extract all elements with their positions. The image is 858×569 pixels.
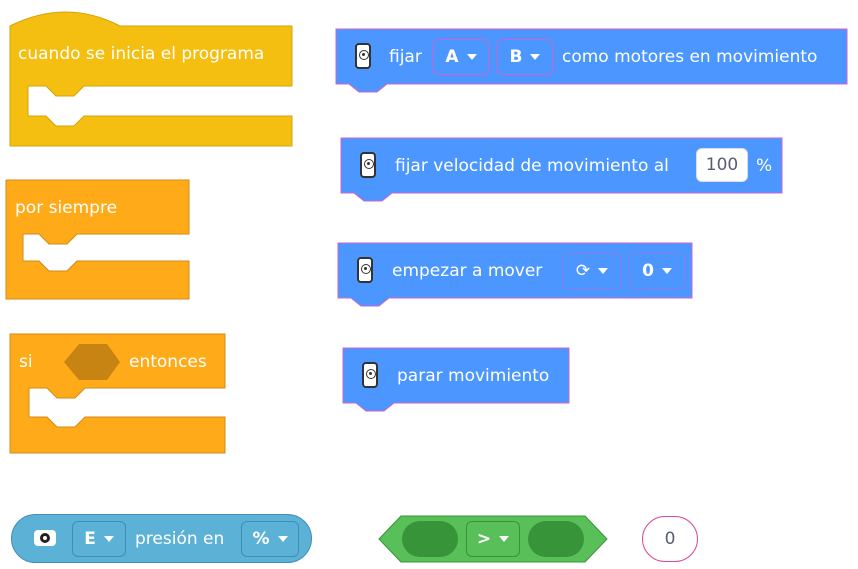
dropdown-arrow-icon — [661, 268, 672, 274]
speed-value-input[interactable]: 100 — [696, 148, 748, 182]
then-label: entonces — [129, 352, 207, 372]
right-operand-slot — [528, 521, 584, 557]
rotate-clockwise-icon: ⟳ — [575, 261, 591, 281]
motor-icon — [357, 257, 373, 283]
force-sensor-icon — [34, 530, 56, 546]
when-start-label: cuando se inicia el programa — [18, 44, 265, 64]
set-pair-prefix: fijar — [389, 47, 422, 67]
dropdown-arrow-icon — [598, 268, 609, 274]
dropdown-arrow-icon — [103, 536, 114, 542]
number-reporter[interactable]: 0 — [642, 516, 698, 562]
set-movement-speed-block[interactable]: fijar velocidad de movimiento al 100 % — [340, 137, 784, 203]
stop-move-label: parar movimiento — [397, 366, 550, 386]
dropdown-arrow-icon — [499, 536, 510, 542]
steering-dropdown[interactable]: 0 — [629, 253, 685, 289]
set-pair-suffix: como motores en movimiento — [562, 47, 818, 67]
forever-block[interactable]: por siempre — [5, 179, 191, 301]
direction-dropdown[interactable]: ⟳ — [562, 253, 622, 289]
start-move-label: empezar a mover — [392, 261, 543, 281]
dropdown-arrow-icon — [277, 536, 288, 542]
speed-unit-label: % — [756, 156, 773, 176]
set-speed-prefix: fijar velocidad de movimiento al — [395, 156, 669, 176]
forever-label: por siempre — [15, 198, 118, 218]
if-label: si — [19, 352, 33, 372]
start-moving-block[interactable]: empezar a mover ⟳ 0 — [337, 242, 694, 308]
motor-icon — [362, 362, 378, 388]
sensor-unit-dropdown[interactable]: % — [241, 521, 299, 557]
left-operand-slot — [402, 521, 458, 557]
when-program-starts-block[interactable]: cuando se inicia el programa — [8, 8, 294, 148]
motor-port-a-dropdown[interactable]: A — [433, 39, 489, 75]
motor-icon — [360, 152, 376, 178]
motor-icon — [355, 43, 371, 69]
comparison-operator-block[interactable]: > — [378, 515, 608, 563]
dropdown-arrow-icon — [530, 54, 541, 60]
sensor-label: presión en — [135, 529, 225, 549]
if-then-block[interactable]: si entonces — [9, 333, 227, 463]
stop-moving-block[interactable]: parar movimiento — [342, 347, 571, 413]
force-sensor-reporter[interactable]: E presión en % — [11, 514, 312, 563]
dropdown-arrow-icon — [466, 54, 477, 60]
sensor-port-dropdown[interactable]: E — [72, 521, 126, 557]
set-movement-motors-block[interactable]: fijar A B como motores en movimiento — [335, 28, 849, 94]
comparator-dropdown[interactable]: > — [466, 521, 520, 557]
motor-port-b-dropdown[interactable]: B — [497, 39, 553, 75]
